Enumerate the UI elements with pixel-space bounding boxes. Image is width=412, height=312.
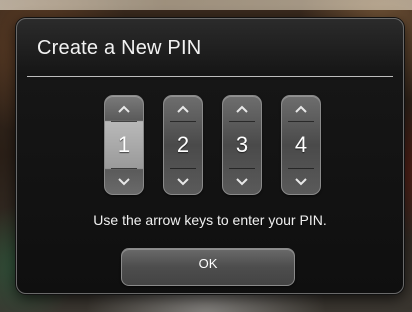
pin-digit-value: 3 xyxy=(235,132,249,157)
digit-divider xyxy=(111,168,137,169)
dialog-title: Create a New PIN xyxy=(37,37,202,59)
chevron-down-icon[interactable] xyxy=(223,170,261,192)
chevron-down-icon[interactable] xyxy=(164,170,202,192)
pin-digit-value: 2 xyxy=(176,132,190,157)
ok-button[interactable]: OK xyxy=(121,248,295,286)
chevron-up-icon[interactable] xyxy=(105,98,143,120)
pin-digit-4[interactable]: 4 xyxy=(281,95,321,195)
chevron-down-icon[interactable] xyxy=(282,170,320,192)
pin-digit-value: 4 xyxy=(294,132,308,157)
chevron-up-icon[interactable] xyxy=(223,98,261,120)
pin-digit-2[interactable]: 2 xyxy=(163,95,203,195)
digit-divider xyxy=(288,168,314,169)
pin-entry-row: 1 2 3 4 xyxy=(104,95,324,195)
chevron-down-icon[interactable] xyxy=(105,170,143,192)
background-game-scene xyxy=(0,0,412,10)
digit-divider xyxy=(229,168,255,169)
pin-digit-1[interactable]: 1 xyxy=(104,95,144,195)
digit-divider xyxy=(170,168,196,169)
create-pin-dialog: Create a New PIN 1 2 3 4 Use the arrow k… xyxy=(16,18,404,294)
instruction-text: Use the arrow keys to enter your PIN. xyxy=(93,212,327,228)
pin-digit-value: 1 xyxy=(117,132,131,157)
chevron-up-icon[interactable] xyxy=(164,98,202,120)
chevron-up-icon[interactable] xyxy=(282,98,320,120)
title-divider xyxy=(27,76,393,77)
pin-digit-3[interactable]: 3 xyxy=(222,95,262,195)
